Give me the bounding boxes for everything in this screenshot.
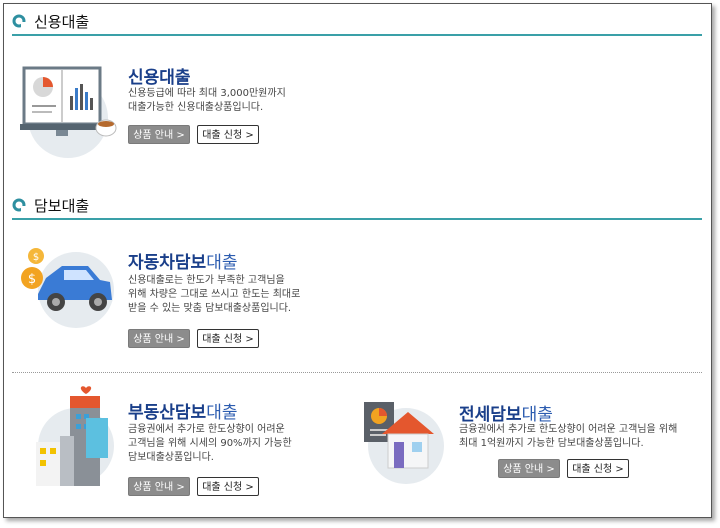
car-coins-icon: $ $ bbox=[21, 248, 114, 328]
loop-icon bbox=[12, 14, 26, 28]
product-desc-credit: 신용등급에 따라 최대 3,000만원까지 대출가능한 신용대출상품입니다. bbox=[128, 88, 286, 113]
product-title-realestate: 부동산담보대출 bbox=[128, 398, 237, 423]
loop-icon bbox=[12, 198, 26, 212]
product-title-jeonse: 전세담보대출 bbox=[459, 400, 553, 425]
loan-products-panel: 신용대출 신용대출 신용등급에 따라 최대 3,000만원까지 대출가능한 신용… bbox=[3, 3, 712, 518]
product-desc-car: 신용대출로는 한도가 부족한 고객님을 위해 차량은 그대로 쓰시고 한도는 최… bbox=[128, 275, 301, 314]
section-divider bbox=[12, 372, 702, 373]
car-apply-button[interactable]: 대출 신청 > bbox=[197, 329, 259, 348]
jeonse-guide-button[interactable]: 상품 안내 > bbox=[498, 459, 560, 478]
product-title-car: 자동차담보대출 bbox=[128, 248, 237, 273]
product-title-car-light: 대출 bbox=[206, 253, 238, 273]
svg-text:$: $ bbox=[33, 252, 39, 263]
product-title-jeonse-bold: 전세담보 bbox=[459, 405, 522, 425]
section-header-credit: 신용대출 bbox=[12, 10, 702, 36]
product-desc-jeonse: 금융권에서 추가로 한도상향이 어려운 고객님을 위해 최대 1억원까지 가능한… bbox=[459, 424, 678, 449]
building-icon bbox=[36, 386, 114, 486]
house-document-icon bbox=[364, 402, 444, 484]
realestate-guide-button[interactable]: 상품 안내 > bbox=[128, 477, 190, 496]
product-title-realestate-bold: 부동산담보 bbox=[128, 403, 207, 423]
car-guide-button[interactable]: 상품 안내 > bbox=[128, 329, 190, 348]
section-title-collateral: 담보대출 bbox=[34, 197, 90, 215]
monitor-chart-icon bbox=[20, 66, 117, 158]
credit-guide-button[interactable]: 상품 안내 > bbox=[128, 125, 190, 144]
section-title-credit: 신용대출 bbox=[34, 13, 90, 31]
section-header-collateral: 담보대출 bbox=[12, 194, 702, 220]
product-title-car-bold: 자동차담보 bbox=[128, 253, 207, 273]
svg-text:$: $ bbox=[28, 272, 36, 287]
jeonse-apply-button[interactable]: 대출 신청 > bbox=[567, 459, 629, 478]
product-title-realestate-light: 대출 bbox=[206, 403, 238, 423]
product-desc-realestate: 금융권에서 추가로 한도상향이 어려운 고객님을 위해 시세의 90%까지 가능… bbox=[128, 424, 292, 463]
product-title-credit-text: 신용대출 bbox=[128, 68, 191, 88]
product-title-credit: 신용대출 bbox=[128, 63, 191, 88]
realestate-apply-button[interactable]: 대출 신청 > bbox=[197, 477, 259, 496]
credit-apply-button[interactable]: 대출 신청 > bbox=[197, 125, 259, 144]
product-title-jeonse-light: 대출 bbox=[521, 405, 553, 425]
